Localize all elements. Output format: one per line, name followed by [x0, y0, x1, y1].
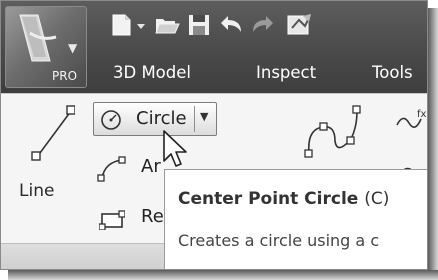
split-divider — [194, 106, 195, 132]
tooltip-title-text: Center Point Circle — [178, 189, 359, 209]
line-label: Line — [19, 181, 55, 201]
arc-icon — [97, 156, 126, 182]
mouse-cursor-icon — [163, 130, 187, 167]
application-window: ▼ PRO 3D Model Inspect Tools Line Circle… — [0, 0, 428, 270]
circle-label: Circle — [136, 108, 187, 129]
update-icon[interactable] — [285, 12, 313, 38]
window-shadow — [8, 270, 438, 280]
application-menu-button[interactable]: ▼ PRO — [5, 6, 87, 88]
tab-3d-model[interactable]: 3D Model — [113, 63, 191, 82]
inventor-logo-icon — [19, 14, 57, 62]
title-bar: ▼ PRO 3D Model Inspect Tools — [1, 1, 427, 93]
edition-label: PRO — [52, 69, 78, 83]
rectangle-label: Re — [141, 206, 164, 227]
circle-button[interactable]: Circle ▼ — [93, 102, 217, 136]
tooltip-title: Center Point Circle (C) — [178, 189, 389, 209]
tab-inspect[interactable]: Inspect — [256, 63, 316, 82]
window-shadow — [428, 8, 438, 280]
arc-label: Ar — [141, 156, 161, 177]
spline-icon[interactable] — [301, 103, 367, 161]
chevron-down-icon: ▼ — [68, 41, 78, 55]
tooltip-description: Creates a circle using a c — [178, 231, 380, 250]
line-button[interactable]: Line — [15, 97, 75, 207]
equation-curve-icon[interactable]: fx — [395, 105, 428, 139]
tooltip: Center Point Circle (C) Creates a circle… — [164, 169, 427, 269]
quick-access-toolbar — [99, 9, 427, 43]
rectangle-icon — [99, 210, 125, 230]
new-file-icon[interactable] — [107, 12, 135, 38]
chevron-down-icon[interactable]: ▼ — [200, 110, 208, 123]
open-folder-icon[interactable] — [153, 12, 181, 38]
undo-icon[interactable] — [217, 12, 245, 38]
tooltip-shortcut: (C) — [364, 189, 390, 209]
svg-text:fx: fx — [417, 109, 427, 120]
line-icon — [31, 105, 75, 161]
redo-icon[interactable] — [249, 12, 277, 38]
dropdown-arrow-icon[interactable] — [135, 12, 147, 38]
tab-tools[interactable]: Tools — [372, 63, 413, 82]
circle-center-point-icon — [101, 110, 121, 130]
save-icon[interactable] — [185, 12, 213, 38]
